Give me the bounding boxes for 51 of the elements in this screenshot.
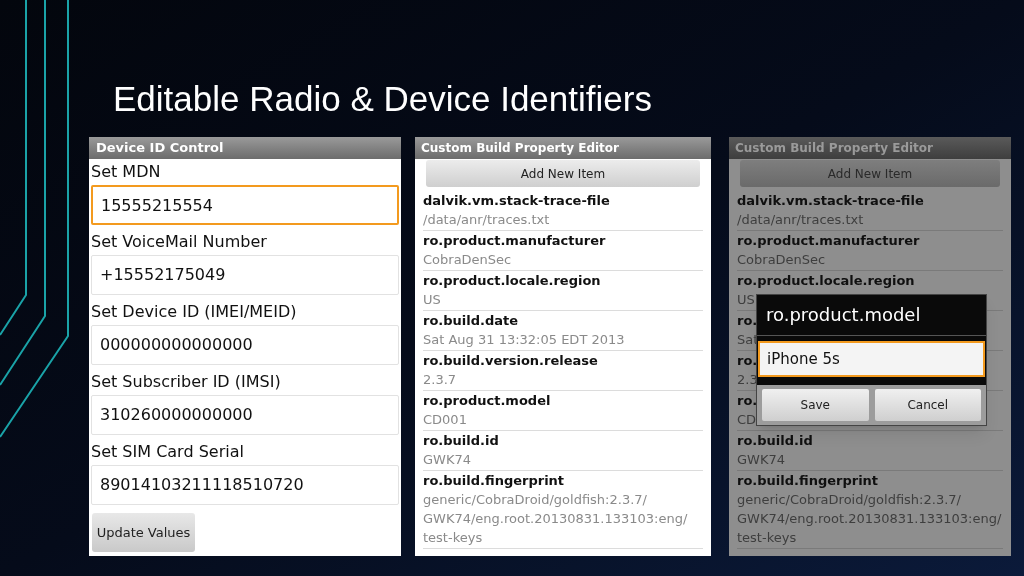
property-key: dalvik.vm.stack-trace-file xyxy=(423,191,610,210)
dialog-button[interactable]: Save xyxy=(762,389,869,421)
property-value: CD xyxy=(737,411,757,429)
property-value: CobraDenSec xyxy=(423,251,512,269)
property-value: US xyxy=(423,291,441,309)
dialog-button[interactable]: Cancel xyxy=(874,389,981,421)
property-key: ro.product.model xyxy=(423,391,551,410)
property-value: generic/CobraDroid/goldfish:2.3.7/ GWK74/eng.root.20130831.133103:eng/ test-keys xyxy=(737,491,1003,547)
property-key: ro.build.id xyxy=(423,431,499,450)
title-bar: Device ID Control xyxy=(89,137,401,159)
property-value: /data/anr/traces.txt xyxy=(423,211,550,229)
property-value: Sat Aug 31 13:32:05 EDT 2013 xyxy=(423,331,625,349)
property-key: ro.product.manufacturer xyxy=(423,231,606,250)
property-key: ro.build.fingerprint xyxy=(423,471,565,490)
field-label: Set VoiceMail Number xyxy=(90,232,268,252)
field-label: Set MDN xyxy=(90,162,162,182)
property-value: GWK74 xyxy=(737,451,785,469)
property-key: ro. xyxy=(737,311,758,330)
dialog-title: ro.product.model xyxy=(757,295,986,336)
property-value: CobraDenSec xyxy=(737,251,826,269)
input-field[interactable]: 15555215554 xyxy=(91,185,399,225)
update-button[interactable]: Update Values xyxy=(92,513,195,552)
field-label: Set SIM Card Serial xyxy=(90,442,245,462)
field-label: Set Device ID (IMEI/MEID) xyxy=(90,302,298,322)
input-field[interactable]: iPhone 5s xyxy=(758,341,985,377)
property-value: US xyxy=(737,291,755,309)
property-key: ro.build.fingerprint xyxy=(737,471,879,490)
property-key: ro.product.manufacturer xyxy=(737,231,920,250)
property-key: ro.build.date xyxy=(423,311,519,330)
property-value: 2.3.7 xyxy=(423,371,457,389)
property-value: CD001 xyxy=(423,411,467,429)
input-field[interactable]: 89014103211118510720 xyxy=(91,465,399,505)
property-key: ro.product.locale.region xyxy=(737,271,915,290)
field-label: Set Subscriber ID (IMSI) xyxy=(90,372,282,392)
property-value: /data/anr/traces.txt xyxy=(737,211,864,229)
add-item-button[interactable]: Add New Item xyxy=(426,160,700,187)
property-value: 2.3 xyxy=(737,371,758,389)
property-key: dalvik.vm.stack-trace-file xyxy=(737,191,924,210)
property-value: generic/CobraDroid/goldfish:2.3.7/ GWK74/eng.root.20130831.133103:eng/ test-keys xyxy=(423,491,689,547)
title-bar: Custom Build Property Editor xyxy=(729,137,1011,159)
input-field[interactable]: +15552175049 xyxy=(91,255,399,295)
property-key: ro.build.version.release xyxy=(423,351,598,370)
slide-title: Editable Radio & Device Identifiers xyxy=(113,78,653,120)
input-field[interactable]: 310260000000000 xyxy=(91,395,399,435)
input-field[interactable]: 000000000000000 xyxy=(91,325,399,365)
property-key: ro.build.id xyxy=(737,431,813,450)
property-key: ro.product.locale.region xyxy=(423,271,601,290)
title-bar: Custom Build Property Editor xyxy=(415,137,711,159)
property-key: ro. xyxy=(737,351,758,370)
property-value: GWK74 xyxy=(423,451,471,469)
property-key: ro. xyxy=(737,391,758,410)
